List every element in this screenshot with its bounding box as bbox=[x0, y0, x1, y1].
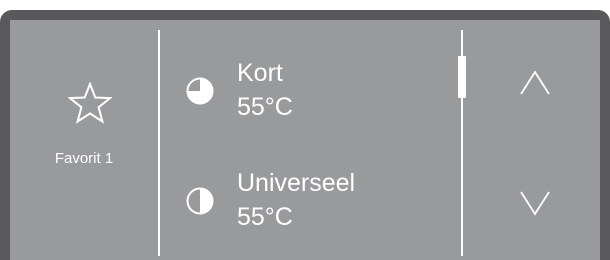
chevron-up-icon[interactable] bbox=[515, 68, 555, 98]
program-temperature: 55°C bbox=[237, 203, 293, 231]
program-temperature: 55°C bbox=[237, 93, 293, 121]
display-screen: Favorit 1 Kort 55°C Universeel 55°C bbox=[10, 20, 600, 260]
scroll-thumb[interactable] bbox=[458, 56, 466, 98]
pie-three-quarter-icon bbox=[186, 77, 214, 105]
favorite-label: Favorit 1 bbox=[54, 150, 114, 167]
program-item-kort[interactable]: Kort 55°C bbox=[185, 58, 455, 128]
program-name: Kort bbox=[237, 59, 283, 87]
program-name: Universeel bbox=[237, 169, 356, 197]
chevron-down-icon[interactable] bbox=[515, 188, 555, 218]
star-icon bbox=[68, 82, 112, 124]
pie-half-icon bbox=[186, 187, 214, 215]
column-divider-left bbox=[158, 30, 160, 256]
favorite-button[interactable]: Favorit 1 bbox=[10, 20, 158, 250]
program-item-universeel[interactable]: Universeel 55°C bbox=[185, 168, 455, 238]
